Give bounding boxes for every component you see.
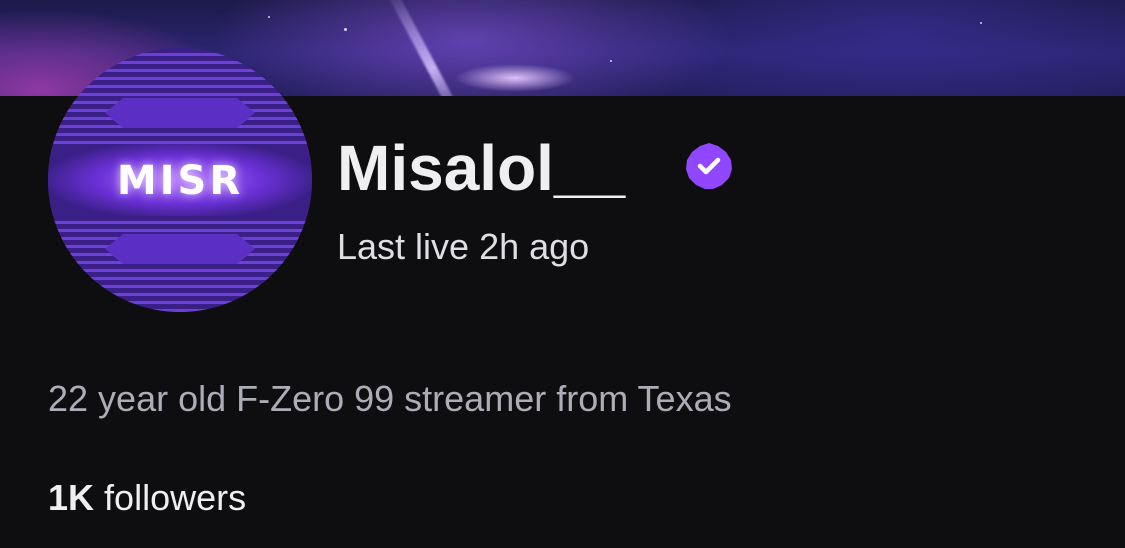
banner-star [344,28,347,31]
banner-star [980,22,982,24]
avatar-logo-text: MISR [116,158,244,204]
channel-avatar[interactable]: MISR [48,48,312,312]
followers-count: 1K [48,477,95,518]
channel-bio: 22 year old F-Zero 99 streamer from Texa… [48,378,732,419]
verified-badge-icon [686,143,732,189]
banner-star [268,16,270,18]
banner-light-streak [385,0,465,96]
avatar-decor-plate [105,98,255,128]
banner-star [610,60,612,62]
followers-stat[interactable]: 1K followers [48,476,246,520]
followers-label: followers [104,477,247,518]
avatar-decor-plate [105,234,255,264]
last-live-status: Last live 2h ago [337,226,590,267]
channel-username: Misalol__ [337,132,626,204]
